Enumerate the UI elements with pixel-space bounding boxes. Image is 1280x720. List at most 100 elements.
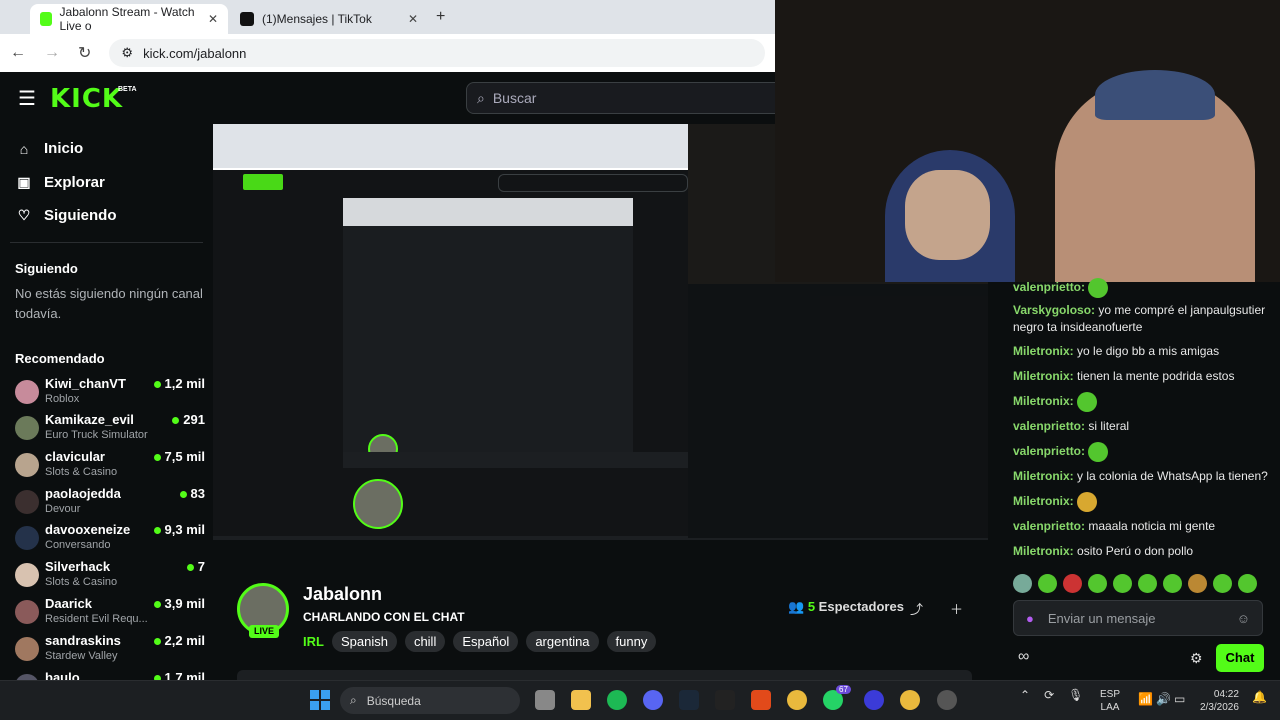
recommended-channel[interactable]: sandraskins Stardew Valley 2,2 mil (15, 633, 205, 669)
recommended-channel[interactable]: Kamikaze_evil Euro Truck Simulator 291 (15, 412, 205, 448)
tag[interactable]: argentina (526, 631, 599, 652)
spotify-icon[interactable] (607, 690, 627, 710)
emoji-icon[interactable]: ☺ (1237, 611, 1250, 626)
live-dot-icon (153, 601, 161, 609)
stream-title: CHARLANDO CON EL CHAT (303, 610, 465, 624)
system-tray: ⌃ ⟳ 🎙 (1020, 688, 1083, 702)
avatar (15, 637, 39, 661)
obs-icon[interactable] (937, 690, 957, 710)
new-tab-icon[interactable]: + (436, 8, 445, 26)
windows-start-icon[interactable] (310, 690, 330, 710)
recommended-channel[interactable]: Kiwi_chanVT Roblox 1,2 mil (15, 376, 205, 412)
chat-message-input[interactable]: ● Enviar un mensaje ☺ (1013, 600, 1263, 636)
emote-icon[interactable] (1138, 574, 1157, 593)
tag[interactable]: Español (453, 631, 519, 652)
live-dot-icon (172, 417, 180, 425)
home-icon: ⌂ (19, 140, 29, 157)
chrome-icon[interactable] (787, 690, 807, 710)
recommended-channel[interactable]: clavicular Slots & Casino 7,5 mil (15, 449, 205, 485)
tab-jabalonn[interactable]: Jabalonn Stream - Watch Live o ✕ (30, 4, 228, 34)
sync-icon[interactable]: ⟳ (1044, 688, 1054, 702)
discord-icon[interactable] (643, 690, 663, 710)
viewer-count: 👥 5 Espectadores (788, 599, 904, 614)
webcam-feed (775, 0, 1280, 282)
emote-icon[interactable] (1238, 574, 1257, 593)
url-field[interactable]: ⚙ kick.com/jabalonn (109, 39, 765, 67)
emote-icon[interactable] (1113, 574, 1132, 593)
emote-icon[interactable] (1188, 574, 1207, 593)
reload-icon[interactable]: ↻ (78, 43, 91, 63)
file-explorer-icon[interactable] (571, 690, 591, 710)
battery-icon[interactable]: ▭ (1174, 692, 1185, 706)
sidebar-item-explorar[interactable]: ▣ Explorar (16, 174, 104, 191)
tag[interactable]: funny (606, 631, 657, 652)
recommended-channel[interactable]: paolaojedda Devour 83 (15, 486, 205, 522)
tag[interactable]: Spanish (331, 631, 397, 652)
notifications-icon[interactable]: 🔔 (1252, 690, 1267, 704)
emote-icon[interactable] (1213, 574, 1232, 593)
hamburger-menu-icon[interactable]: ☰ (18, 86, 36, 111)
chat-message: valenprietto: (1013, 442, 1273, 462)
chevron-up-icon[interactable]: ⌃ (1020, 688, 1030, 702)
streamer-name[interactable]: Jabalonn (303, 584, 382, 605)
divider (10, 242, 203, 243)
language-indicator[interactable]: ESP LAA (1100, 688, 1120, 714)
emote-icon[interactable] (1013, 574, 1032, 593)
emote-icon[interactable] (1038, 574, 1057, 593)
recommended-channel[interactable]: baulo 1,7 mil (15, 670, 205, 680)
search-input[interactable]: ⌕ Buscar (466, 82, 786, 114)
tab-title: Jabalonn Stream - Watch Live o (59, 5, 195, 33)
emote-icon (1088, 442, 1109, 462)
chat-message: Miletronix: y la colonia de WhatsApp la … (1013, 469, 1268, 483)
steam-icon[interactable] (679, 690, 699, 710)
chat-message: valenprietto: si literal (1013, 419, 1130, 433)
network-icon[interactable]: 📶 (1138, 692, 1153, 706)
search-placeholder: Buscar (492, 90, 537, 106)
category-link[interactable]: IRL (303, 634, 324, 649)
avatar (15, 380, 39, 404)
tab-tiktok[interactable]: (1)Mensajes | TikTok ✕ (230, 4, 428, 34)
microphone-icon[interactable]: 🎙 (1068, 688, 1083, 702)
recommended-channel[interactable]: davooxeneize Conversando 9,3 mil (15, 522, 205, 558)
chat-send-button[interactable]: Chat (1216, 644, 1264, 672)
clock[interactable]: 04:22 2/3/2026 (1200, 688, 1239, 714)
share-icon[interactable]: ⤴ (910, 599, 923, 618)
recommended-heading: Recomendado (15, 351, 105, 366)
epic-games-icon[interactable] (715, 690, 735, 710)
emote-icon[interactable] (1088, 574, 1107, 593)
ea-icon[interactable] (751, 690, 771, 710)
taskbar-search[interactable]: ⌕ Búsqueda (340, 687, 520, 714)
kick-logo[interactable]: KICK (50, 84, 123, 114)
live-dot-icon (153, 638, 161, 646)
emote-icon[interactable] (1063, 574, 1082, 593)
volume-icon[interactable]: 🔊 (1156, 692, 1171, 706)
video-nested-capture (213, 124, 688, 538)
recommended-channel[interactable]: Silverhack Slots & Casino 7 (15, 559, 205, 595)
gear-icon[interactable]: ⚙ (1190, 650, 1203, 667)
forward-icon[interactable]: → (44, 44, 60, 62)
tab-title: (1)Mensajes | TikTok (262, 12, 372, 26)
follow-user-icon[interactable]: ＋ (950, 599, 963, 618)
chrome-icon[interactable] (900, 690, 920, 710)
recommended-channel[interactable]: Daarick Resident Evil Requ... 3,9 mil (15, 596, 205, 632)
site-info-icon[interactable]: ⚙ (121, 45, 133, 61)
viewers-icon: 👥 (788, 599, 805, 614)
sidebar-item-inicio[interactable]: ⌂ Inicio (16, 140, 83, 157)
task-view-icon[interactable] (535, 690, 555, 710)
emote-icon[interactable] (1163, 574, 1182, 593)
close-icon[interactable]: ✕ (408, 12, 418, 26)
nested-video (343, 198, 633, 468)
sidebar-item-siguiendo[interactable]: ♡ Siguiendo (16, 207, 117, 224)
close-icon[interactable]: ✕ (208, 12, 218, 26)
chat-message: Miletronix: (1013, 392, 1273, 412)
kick-favicon-icon (40, 12, 52, 26)
sidebar-item-label: Siguiendo (44, 207, 117, 224)
app-icon[interactable] (864, 690, 884, 710)
back-icon[interactable]: ← (10, 44, 26, 62)
microphone-icon[interactable]: ● (1026, 611, 1034, 626)
chat-input-placeholder: Enviar un mensaje (1047, 610, 1156, 626)
infinity-icon[interactable]: ∞ (1018, 648, 1029, 666)
tag[interactable]: chill (404, 631, 446, 652)
url-text: kick.com/jabalonn (143, 45, 247, 61)
chat-message: Miletronix: (1013, 492, 1273, 512)
